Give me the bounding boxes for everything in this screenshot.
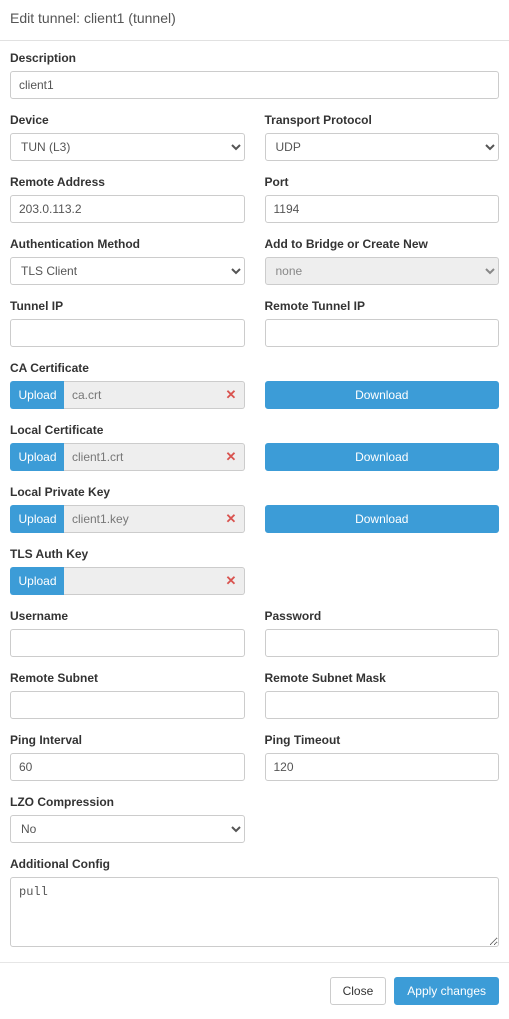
remote-subnet-label: Remote Subnet [10, 671, 245, 685]
local-key-label: Local Private Key [10, 485, 499, 499]
local-key-delete-button[interactable]: ✕ [219, 505, 245, 533]
ca-cert-upload-group: Upload ca.crt ✕ [10, 381, 245, 409]
ca-cert-label: CA Certificate [10, 361, 499, 375]
apply-changes-button[interactable]: Apply changes [394, 977, 499, 1005]
device-label: Device [10, 113, 245, 127]
bridge-label: Add to Bridge or Create New [265, 237, 500, 251]
tls-auth-delete-button[interactable]: ✕ [219, 567, 245, 595]
local-key-upload-group: Upload client1.key ✕ [10, 505, 245, 533]
local-cert-upload-group: Upload client1.crt ✕ [10, 443, 245, 471]
local-cert-delete-button[interactable]: ✕ [219, 443, 245, 471]
port-input[interactable] [265, 195, 500, 223]
ping-interval-label: Ping Interval [10, 733, 245, 747]
close-button[interactable]: Close [330, 977, 387, 1005]
password-label: Password [265, 609, 500, 623]
device-select[interactable]: TUN (L3) [10, 133, 245, 161]
local-key-upload-button[interactable]: Upload [10, 505, 64, 533]
additional-config-textarea[interactable]: pull [10, 877, 499, 947]
tls-auth-upload-group: Upload ✕ [10, 567, 245, 595]
auth-method-select[interactable]: TLS Client [10, 257, 245, 285]
lzo-label: LZO Compression [10, 795, 245, 809]
tunnel-ip-label: Tunnel IP [10, 299, 245, 313]
close-icon: ✕ [226, 449, 237, 465]
close-icon: ✕ [226, 573, 237, 589]
tls-auth-download-placeholder [265, 567, 500, 595]
ca-cert-filename: ca.crt [64, 381, 219, 409]
local-cert-label: Local Certificate [10, 423, 499, 437]
description-input[interactable] [10, 71, 499, 99]
local-cert-upload-button[interactable]: Upload [10, 443, 64, 471]
local-cert-download-button[interactable]: Download [265, 443, 500, 471]
additional-config-label: Additional Config [10, 857, 499, 871]
remote-mask-label: Remote Subnet Mask [265, 671, 500, 685]
auth-method-label: Authentication Method [10, 237, 245, 251]
tls-auth-upload-button[interactable]: Upload [10, 567, 64, 595]
remote-address-label: Remote Address [10, 175, 245, 189]
port-label: Port [265, 175, 500, 189]
local-key-filename: client1.key [64, 505, 219, 533]
local-key-download-button[interactable]: Download [265, 505, 500, 533]
bridge-select[interactable]: none [265, 257, 500, 285]
remote-address-input[interactable] [10, 195, 245, 223]
username-label: Username [10, 609, 245, 623]
ca-cert-delete-button[interactable]: ✕ [219, 381, 245, 409]
transport-select[interactable]: UDP [265, 133, 500, 161]
tls-auth-filename [64, 567, 219, 595]
dialog-header: Edit tunnel: client1 (tunnel) [0, 0, 509, 41]
description-label: Description [10, 51, 499, 65]
ca-cert-upload-button[interactable]: Upload [10, 381, 64, 409]
ping-interval-input[interactable] [10, 753, 245, 781]
close-icon: ✕ [226, 387, 237, 403]
remote-tunnel-ip-label: Remote Tunnel IP [265, 299, 500, 313]
dialog-title: Edit tunnel: client1 (tunnel) [10, 10, 176, 26]
transport-label: Transport Protocol [265, 113, 500, 127]
local-cert-filename: client1.crt [64, 443, 219, 471]
remote-subnet-input[interactable] [10, 691, 245, 719]
remote-mask-input[interactable] [265, 691, 500, 719]
username-input[interactable] [10, 629, 245, 657]
ping-timeout-label: Ping Timeout [265, 733, 500, 747]
tunnel-ip-input[interactable] [10, 319, 245, 347]
ping-timeout-input[interactable] [265, 753, 500, 781]
form-body: Description Device TUN (L3) Transport Pr… [0, 41, 509, 963]
close-icon: ✕ [226, 511, 237, 527]
tls-auth-label: TLS Auth Key [10, 547, 499, 561]
password-input[interactable] [265, 629, 500, 657]
lzo-select[interactable]: No [10, 815, 245, 843]
remote-tunnel-ip-input[interactable] [265, 319, 500, 347]
ca-cert-download-button[interactable]: Download [265, 381, 500, 409]
dialog-footer: Close Apply changes [0, 963, 509, 1019]
